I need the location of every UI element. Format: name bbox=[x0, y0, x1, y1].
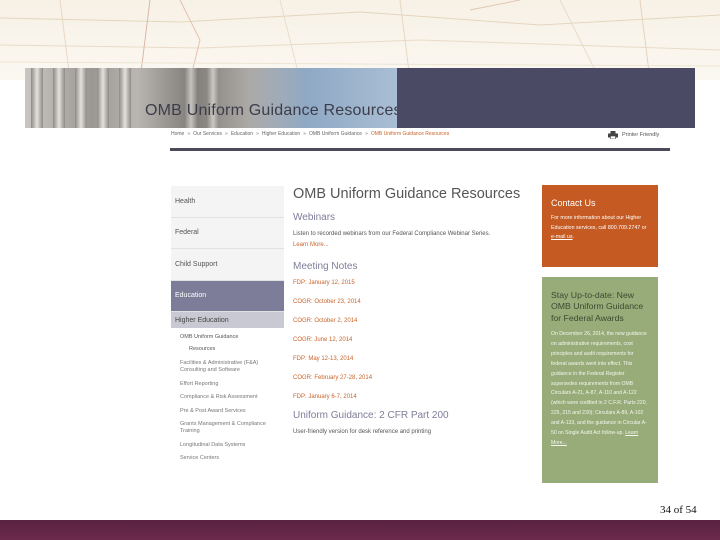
meeting-note-link[interactable]: FDP: May 12-13, 2014 bbox=[293, 356, 529, 362]
sidebar-item-omb-uniform-guidance[interactable]: OMB Uniform Guidance bbox=[171, 334, 284, 341]
breadcrumb-current: OMB Uniform Guidance Resources bbox=[370, 131, 450, 137]
meeting-note-link[interactable]: COGR: October 2, 2014 bbox=[293, 318, 529, 324]
breadcrumb-separator: » bbox=[225, 131, 228, 137]
site-banner: OMB Uniform Guidance Resources bbox=[25, 68, 695, 128]
contact-end-punctuation: . bbox=[572, 234, 574, 241]
sidebar-item-pre-post-award[interactable]: Pre & Post Award Services bbox=[171, 408, 284, 415]
sidebar-item-child-support[interactable]: Child Support bbox=[171, 249, 284, 281]
webinars-heading: Webinars bbox=[293, 212, 336, 223]
meeting-note-link[interactable]: FDP: January 12, 2015 bbox=[293, 280, 529, 286]
contact-description: For more information about our Higher Ed… bbox=[551, 215, 647, 231]
sidebar-item-higher-education[interactable]: Higher Education bbox=[171, 312, 284, 328]
sidebar-item-effort-reporting[interactable]: Effort Reporting bbox=[171, 381, 284, 388]
meeting-note-link[interactable]: COGR: June 12, 2014 bbox=[293, 337, 529, 343]
printer-icon bbox=[608, 131, 618, 139]
banner-accent-panel bbox=[397, 68, 695, 128]
webinars-text: Listen to recorded webinars from our Fed… bbox=[293, 229, 529, 251]
cfr-heading[interactable]: Uniform Guidance: 2 CFR Part 200 bbox=[293, 410, 529, 421]
breadcrumb-home[interactable]: Home bbox=[171, 131, 184, 137]
printer-friendly-link[interactable]: Printer Friendly bbox=[608, 131, 659, 139]
sidebar-item-education[interactable]: Education bbox=[171, 280, 284, 312]
breadcrumb-separator: » bbox=[187, 131, 191, 137]
main-content: OMB Uniform Guidance Resources Webinars … bbox=[293, 186, 529, 437]
sidebar-item-grants-management[interactable]: Grants Management & Compliance Training bbox=[171, 421, 284, 436]
webinars-description: Listen to recorded webinars from our Fed… bbox=[293, 231, 491, 237]
update-text: On December 26, 2014, the new guidance o… bbox=[551, 330, 649, 449]
slide-page-number: 34 of 54 bbox=[660, 504, 697, 516]
meeting-note-link[interactable]: FDP: January 6-7, 2014 bbox=[293, 394, 529, 400]
sidebar-item-compliance-risk[interactable]: Compliance & Risk Assessment bbox=[171, 394, 284, 401]
sidebar-item-fa-consulting[interactable]: Facilities & Administrative (F&A) Consul… bbox=[171, 360, 284, 375]
email-us-link[interactable]: e-mail us bbox=[551, 234, 573, 240]
breadcrumb-separator: » bbox=[365, 131, 368, 137]
page-title: OMB Uniform Guidance Resources bbox=[293, 186, 521, 202]
printer-friendly-label: Printer Friendly bbox=[622, 132, 660, 138]
breadcrumb-separator: » bbox=[303, 131, 306, 137]
breadcrumb-omb-uniform-guidance[interactable]: OMB Uniform Guidance bbox=[309, 131, 362, 137]
header-divider bbox=[170, 148, 670, 151]
update-heading: Stay Up-to-date: New OMB Uniform Guidanc… bbox=[551, 290, 644, 323]
sidebar-item-resources[interactable]: Resources bbox=[171, 346, 284, 353]
contact-heading: Contact Us bbox=[551, 198, 596, 208]
meeting-notes-heading: Meeting Notes bbox=[293, 260, 358, 272]
sidebar-item-longitudinal-data[interactable]: Longitudinal Data Systems bbox=[171, 442, 284, 449]
sidebar-item-service-centers[interactable]: Service Centers bbox=[171, 455, 284, 462]
breadcrumb-our-services[interactable]: Our Services bbox=[193, 131, 222, 137]
contact-text: For more information about our Higher Ed… bbox=[551, 214, 649, 243]
breadcrumb-higher-education[interactable]: Higher Education bbox=[262, 131, 300, 137]
meeting-note-link[interactable]: COGR: February 27-28, 2014 bbox=[293, 375, 529, 381]
update-description: On December 26, 2014, the new guidance o… bbox=[551, 330, 647, 437]
stay-up-to-date-panel: Stay Up-to-date: New OMB Uniform Guidanc… bbox=[542, 277, 658, 483]
breadcrumb-separator: » bbox=[256, 131, 259, 137]
contact-us-panel: Contact Us For more information about ou… bbox=[542, 185, 658, 267]
cfr-description: User-friendly version for desk reference… bbox=[293, 428, 432, 435]
breadcrumb-education[interactable]: Education bbox=[231, 131, 253, 137]
meeting-note-link[interactable]: COGR: October 23, 2014 bbox=[293, 299, 529, 305]
slide-footer-bar bbox=[0, 520, 720, 540]
sidebar-item-health[interactable]: Health bbox=[171, 186, 284, 218]
webinars-learn-more-link[interactable]: Learn More... bbox=[293, 242, 329, 248]
banner-photo: OMB Uniform Guidance Resources bbox=[25, 68, 397, 128]
banner-title: OMB Uniform Guidance Resources bbox=[145, 102, 397, 119]
sidebar-nav: Health Federal Child Support Education H… bbox=[171, 186, 284, 463]
sidebar-item-federal[interactable]: Federal bbox=[171, 217, 284, 249]
breadcrumb: Home » Our Services » Education » Higher… bbox=[171, 131, 449, 137]
